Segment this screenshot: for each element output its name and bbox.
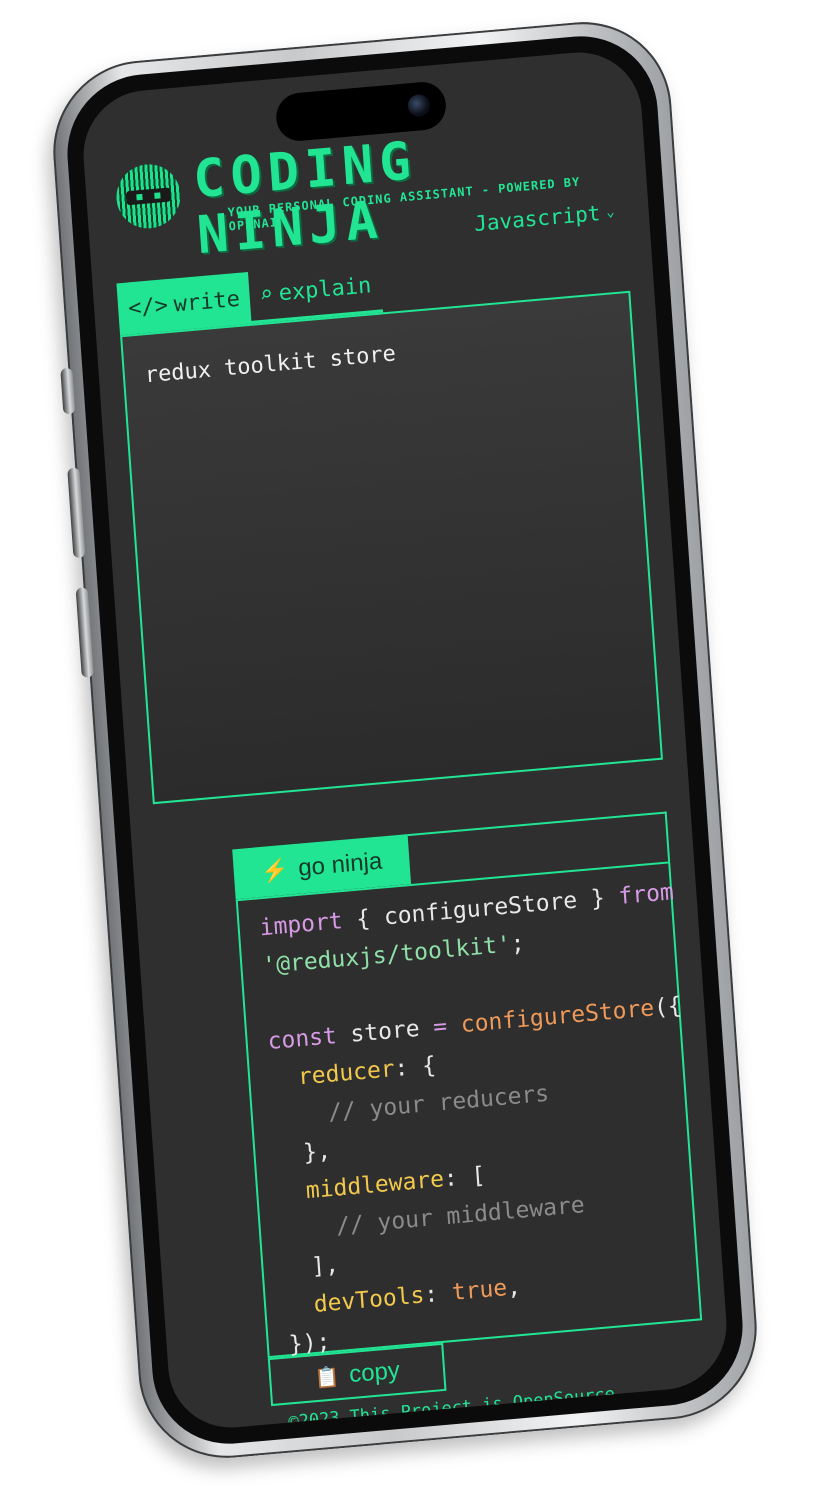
- code-token: : [: [443, 1162, 487, 1193]
- stage: CODING NINJA YOUR PERSONAL CODING ASSIST…: [0, 0, 827, 1497]
- code-token: ;: [509, 930, 526, 958]
- code-output-panel: import { configureStore } from '@reduxjs/…: [235, 861, 703, 1358]
- prompt-input-area[interactable]: redux toolkit store: [120, 290, 663, 805]
- copy-label: copy: [348, 1356, 401, 1389]
- tab-explain-label: explain: [277, 273, 373, 307]
- tab-write-label: write: [172, 286, 241, 318]
- code-token: from: [617, 879, 675, 910]
- camera-icon: [407, 93, 431, 118]
- code-token: ],: [282, 1251, 340, 1283]
- bolt-icon: ⚡: [260, 856, 290, 884]
- ninja-logo-icon: [114, 161, 183, 232]
- code-token: import: [258, 908, 344, 942]
- go-ninja-label: go ninja: [297, 847, 384, 882]
- chevron-down-icon: ⌄: [605, 203, 616, 221]
- code-token: },: [274, 1137, 332, 1169]
- code-token: devTools: [312, 1282, 426, 1318]
- code-output: import { configureStore } from '@reduxjs/…: [258, 874, 690, 1364]
- code-token: reducer: [297, 1056, 396, 1091]
- phone-device: CODING NINJA YOUR PERSONAL CODING ASSIST…: [47, 14, 763, 1466]
- code-icon: </>: [127, 292, 169, 322]
- app-screen: CODING NINJA YOUR PERSONAL CODING ASSIST…: [79, 47, 731, 1433]
- search-icon: ⌕: [258, 281, 274, 309]
- code-token: const: [266, 1023, 338, 1056]
- code-token: middleware: [305, 1166, 445, 1205]
- clipboard-icon: 📋: [313, 1365, 341, 1390]
- code-token: true: [450, 1275, 508, 1306]
- code-token: : {: [393, 1052, 437, 1083]
- code-token: ({: [653, 992, 683, 1022]
- code-token: :: [423, 1279, 453, 1309]
- code-token: ,: [506, 1273, 522, 1302]
- code-token: store: [335, 1014, 435, 1050]
- prompt-input-text[interactable]: redux toolkit store: [144, 341, 396, 388]
